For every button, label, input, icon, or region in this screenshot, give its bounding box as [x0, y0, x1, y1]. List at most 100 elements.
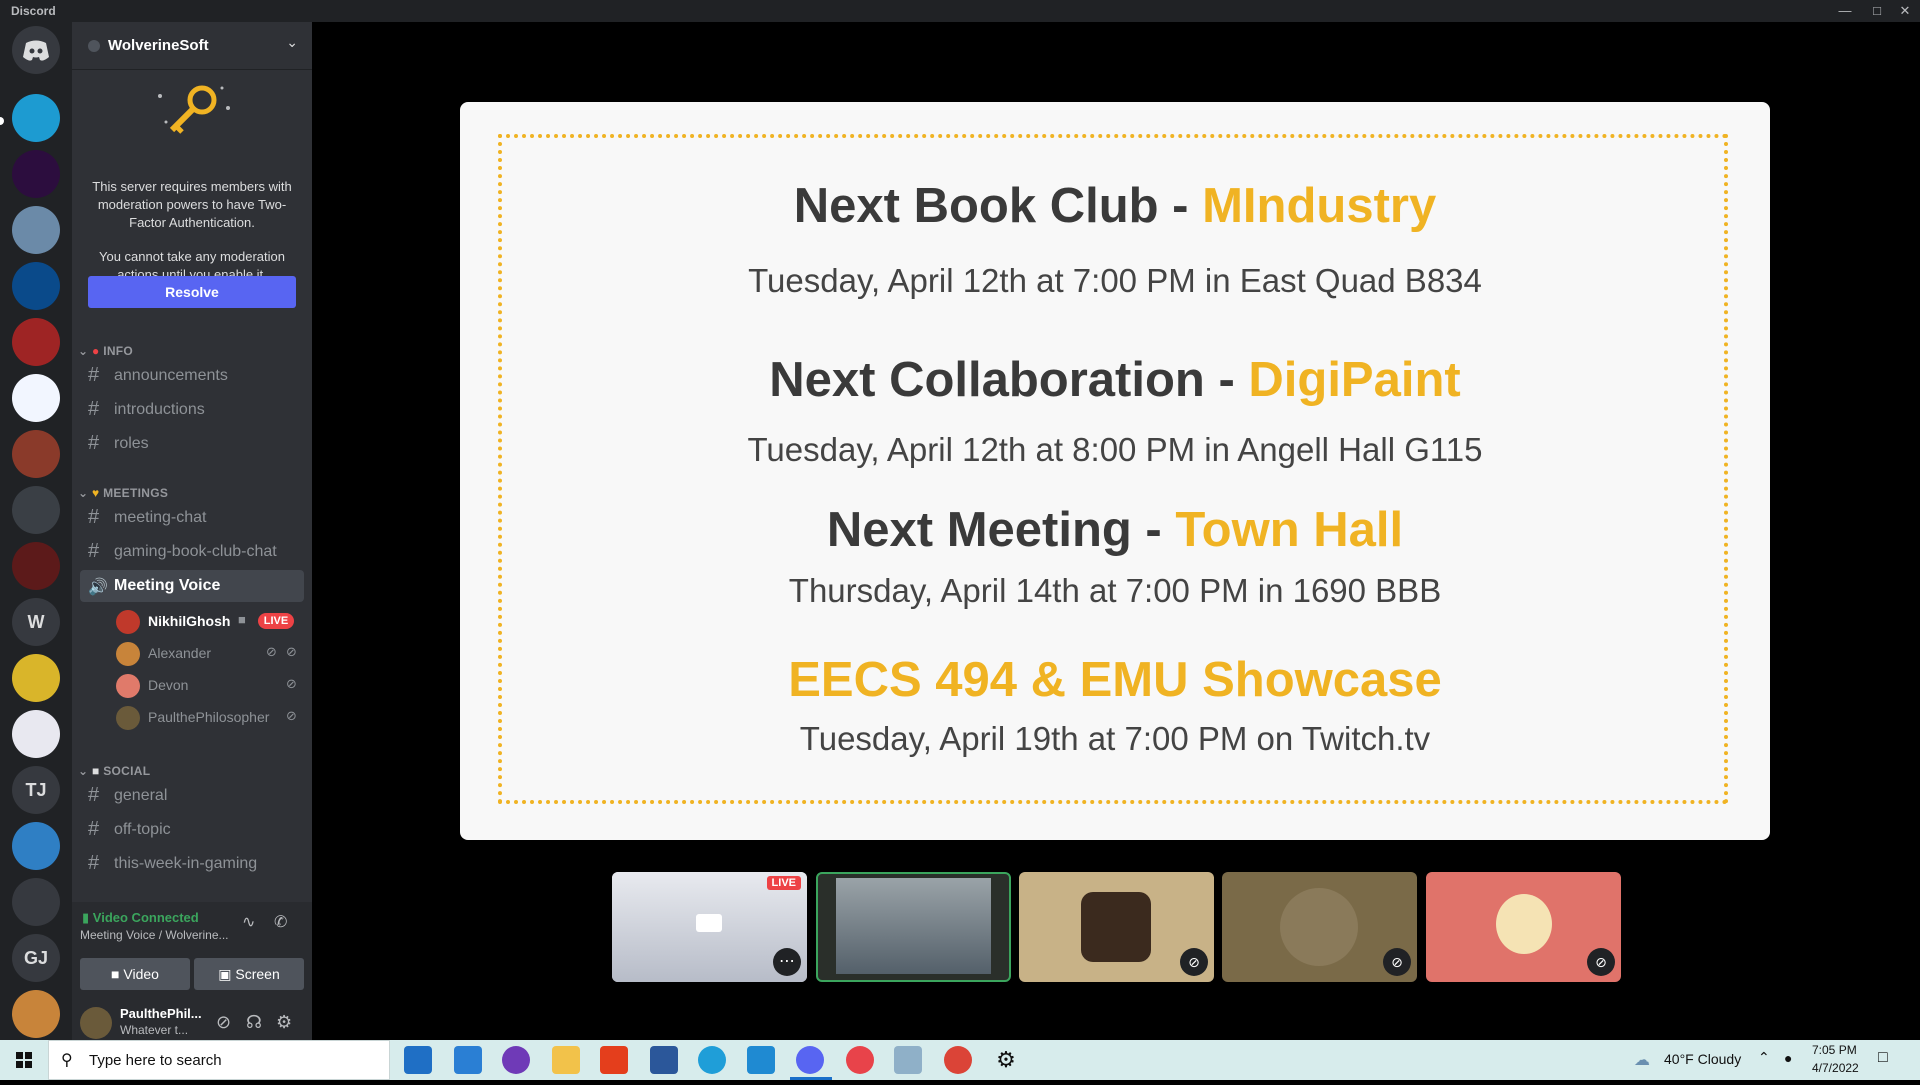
mail-icon[interactable] — [454, 1046, 482, 1074]
chevron-down-icon[interactable]: ⌄ — [286, 34, 298, 51]
server-icon-13[interactable] — [12, 878, 60, 926]
screen-share-button[interactable]: ▣ Screen — [194, 958, 304, 990]
hash-icon: # — [88, 398, 100, 420]
server-icon-w[interactable]: W — [12, 598, 60, 646]
server-header[interactable]: WolverineSoft ⌄ — [72, 22, 312, 70]
speaker-icon: 🔊 — [88, 579, 108, 596]
avatar — [116, 642, 140, 666]
title-bar: Discord — □ ✕ — [0, 0, 1920, 22]
channel-general[interactable]: # general — [80, 780, 304, 812]
channel-meeting-chat[interactable]: # meeting-chat — [80, 502, 304, 534]
notifications-icon[interactable]: □ — [1878, 1049, 1888, 1067]
hash-icon: # — [88, 506, 100, 528]
server-icon-11[interactable] — [12, 710, 60, 758]
server-icon-1[interactable] — [12, 94, 60, 142]
disconnect-icon[interactable]: ✆ — [274, 912, 287, 932]
avatar — [116, 674, 140, 698]
channel-gaming-book-club-chat[interactable]: # gaming-book-club-chat — [80, 536, 304, 568]
settings-icon[interactable]: ⚙ — [992, 1046, 1020, 1074]
start-button[interactable] — [0, 1040, 48, 1080]
windows-taskbar: ⚲ Type here to search ⚙ ☁ 40°F Cloudy ⌃ … — [0, 1040, 1920, 1080]
participant-tile-screen[interactable]: LIVE ⋯ — [612, 872, 807, 982]
weather-text[interactable]: 40°F Cloudy — [1664, 1051, 1741, 1067]
twofa-message: This server requires members with modera… — [92, 179, 292, 230]
server-icon-9[interactable] — [12, 542, 60, 590]
discord-logo-icon — [23, 40, 49, 61]
chrome-icon[interactable] — [944, 1046, 972, 1074]
category-social[interactable]: ⌄ ■ SOCIAL — [78, 764, 150, 778]
server-icon-7[interactable] — [12, 430, 60, 478]
category-info[interactable]: ⌄ ● INFO — [78, 344, 133, 358]
home-button[interactable] — [12, 26, 60, 74]
channel-roles[interactable]: # roles — [80, 428, 304, 460]
server-icon-12[interactable] — [12, 822, 60, 870]
server-icon-3[interactable] — [12, 206, 60, 254]
slide-heading: Next Collaboration - DigiPaint — [769, 353, 1461, 407]
server-icon-5[interactable] — [12, 318, 60, 366]
slide-subtext: Tuesday, April 19th at 7:00 PM on Twitch… — [799, 720, 1431, 757]
avatar[interactable] — [80, 1007, 112, 1039]
chat-icon: ■ — [92, 764, 100, 778]
word-icon[interactable] — [650, 1046, 678, 1074]
more-options-icon[interactable]: ⋯ — [773, 948, 801, 976]
app-icon[interactable] — [846, 1046, 874, 1074]
maximize-icon[interactable]: □ — [1865, 0, 1889, 22]
voice-connection-panel: ▮ Video Connected Meeting Voice / Wolver… — [72, 902, 312, 1005]
server-icon-6[interactable] — [12, 374, 60, 422]
clock-date[interactable]: 4/7/2022 — [1812, 1061, 1859, 1075]
screen-share-slide[interactable]: Next Book Club - MIndustry Tuesday, Apri… — [460, 102, 1770, 840]
server-icon-4[interactable] — [12, 262, 60, 310]
close-icon[interactable]: ✕ — [1893, 0, 1917, 22]
clock-time[interactable]: 7:05 PM — [1812, 1043, 1857, 1057]
avatar — [116, 706, 140, 730]
channel-this-week-in-gaming[interactable]: # this-week-in-gaming — [80, 848, 304, 880]
office-icon[interactable] — [600, 1046, 628, 1074]
voice-user[interactable]: Alexander ⊘ ⊘ — [116, 638, 304, 668]
avatar — [116, 610, 140, 634]
file-explorer-icon[interactable] — [552, 1046, 580, 1074]
video-button[interactable]: ■ Video — [80, 958, 190, 990]
discord-taskbar-icon[interactable] — [796, 1046, 824, 1074]
participant-tile[interactable]: ⊘ — [1222, 872, 1417, 982]
gear-icon[interactable]: ⚙ — [276, 1012, 292, 1033]
server-icon-8[interactable] — [12, 486, 60, 534]
channel-announcements[interactable]: # announcements — [80, 360, 304, 392]
resolve-button[interactable]: Resolve — [88, 276, 296, 308]
participant-tile[interactable]: ⊘ — [1426, 872, 1621, 982]
voice-channel-meeting-voice[interactable]: 🔊 Meeting Voice — [80, 570, 304, 602]
voice-channel-link[interactable]: Meeting Voice / Wolverine... — [80, 928, 229, 942]
taskbar-search-box[interactable]: ⚲ Type here to search — [48, 1040, 390, 1080]
category-meetings[interactable]: ⌄ ♥ MEETINGS — [78, 486, 168, 500]
vscode-icon[interactable] — [747, 1046, 775, 1074]
server-icon-14[interactable] — [12, 990, 60, 1038]
headphones-icon[interactable]: ☊ — [246, 1012, 262, 1033]
chevron-up-icon[interactable]: ⌃ — [1758, 1049, 1770, 1066]
chevron-down-icon: ⌄ — [78, 344, 89, 358]
noise-suppression-icon[interactable]: ∿ — [242, 912, 255, 932]
participant-tile[interactable]: ⊘ — [1019, 872, 1214, 982]
store-icon[interactable] — [404, 1046, 432, 1074]
microphone-icon[interactable]: ● — [1784, 1050, 1792, 1066]
server-icon-10[interactable] — [12, 654, 60, 702]
channel-off-topic[interactable]: # off-topic — [80, 814, 304, 846]
mic-muted-icon: ⊘ — [1587, 948, 1615, 976]
slide-subtext: Tuesday, April 12th at 8:00 PM in Angell… — [747, 431, 1483, 468]
edge-icon[interactable] — [698, 1046, 726, 1074]
server-icon-2[interactable] — [12, 150, 60, 198]
heart-icon: ♥ — [92, 486, 100, 500]
username: PaulthePhil... — [120, 1006, 202, 1021]
minimize-icon[interactable]: — — [1833, 0, 1857, 22]
voice-user[interactable]: NikhilGhosh ■ LIVE — [116, 606, 304, 636]
live-badge: LIVE — [258, 613, 294, 629]
voice-user[interactable]: Devon ⊘ — [116, 670, 304, 700]
participant-tile-camera[interactable] — [816, 872, 1011, 982]
mic-muted-icon[interactable]: ⊘ — [216, 1012, 231, 1033]
slide-heading: EECS 494 & EMU Showcase — [788, 653, 1442, 707]
channel-introductions[interactable]: # introductions — [80, 394, 304, 426]
server-icon-gj[interactable]: GJ — [12, 934, 60, 982]
server-icon-tj[interactable]: TJ — [12, 766, 60, 814]
github-icon[interactable] — [502, 1046, 530, 1074]
windows-logo-icon — [16, 1052, 32, 1068]
app-icon[interactable] — [894, 1046, 922, 1074]
voice-user[interactable]: PaulthePhilosopher ⊘ — [116, 702, 304, 732]
